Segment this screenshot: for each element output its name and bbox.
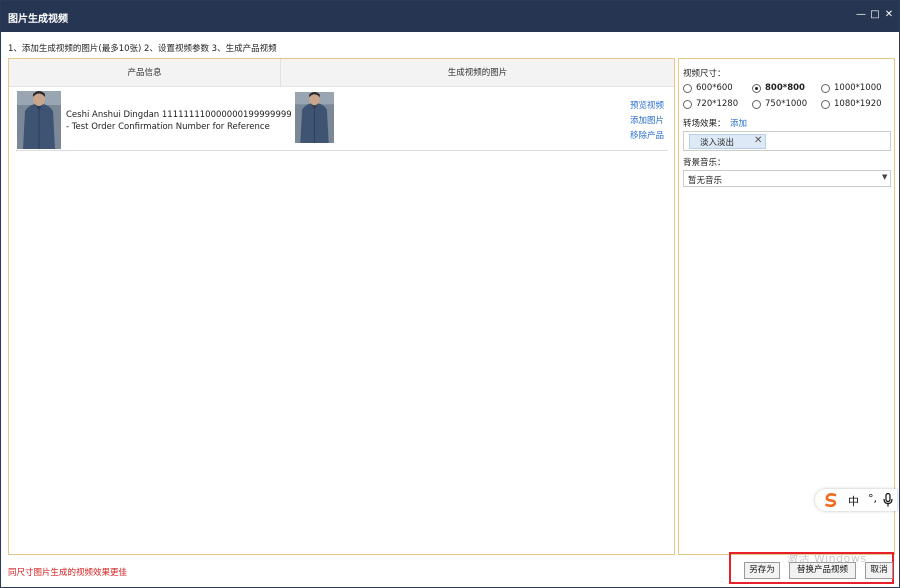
microphone-icon[interactable] bbox=[883, 492, 893, 507]
save-as-button[interactable]: 另存为 bbox=[744, 562, 780, 579]
preview-video-link[interactable]: 预览视频 bbox=[630, 99, 664, 111]
column-header-video-images: 生成视频的图片 bbox=[447, 68, 508, 78]
ime-language-toggle[interactable]: 中 bbox=[848, 493, 859, 509]
background-music-label: 背景音乐： bbox=[683, 158, 726, 168]
table-row: Ceshi Anshui Dingdan 1111111100000001999… bbox=[16, 90, 668, 151]
size-radio-600[interactable]: 600*600 bbox=[683, 82, 733, 94]
radio-selected-icon bbox=[752, 83, 761, 93]
radio-icon bbox=[683, 99, 692, 109]
minimize-icon[interactable]: — bbox=[855, 8, 867, 22]
radio-icon bbox=[821, 83, 830, 93]
dialog-window: 图片生成视频 — □ ✕ 1、添加生成视频的图片(最多10张) 2、设置视频参数… bbox=[0, 0, 900, 588]
transition-tag-label: 淡入淡出 bbox=[700, 138, 735, 148]
size-radio-720x1280[interactable]: 720*1280 bbox=[683, 98, 738, 110]
window-title: 图片生成视频 bbox=[8, 14, 68, 25]
radio-icon bbox=[821, 99, 830, 109]
replace-product-video-button[interactable]: 替换产品视频 bbox=[789, 562, 856, 579]
radio-icon bbox=[683, 83, 692, 93]
video-settings-panel: 视频尺寸： 600*600 800*800 1000*1000 720*1280… bbox=[678, 58, 895, 555]
product-thumbnail bbox=[17, 91, 61, 149]
column-header-product-info: 产品信息 bbox=[127, 68, 162, 78]
product-name: Ceshi Anshui Dingdan 1111111100000001999… bbox=[66, 110, 292, 132]
cancel-button[interactable]: 取消 bbox=[865, 562, 893, 579]
product-table-panel: 产品信息 生成视频的图片 Ceshi Anshui Dingdan 111111… bbox=[8, 58, 675, 555]
title-bar[interactable]: 图片生成视频 — □ ✕ bbox=[1, 1, 899, 32]
transition-tag: 淡入淡出 ✕ bbox=[689, 134, 766, 149]
close-icon[interactable]: ✕ bbox=[883, 8, 895, 22]
table-header: 产品信息 生成视频的图片 bbox=[9, 59, 674, 87]
size-radio-750x1000[interactable]: 750*1000 bbox=[752, 98, 807, 110]
add-image-link[interactable]: 添加图片 bbox=[630, 114, 664, 126]
size-radio-1000[interactable]: 1000*1000 bbox=[821, 82, 882, 94]
size-radio-800[interactable]: 800*800 bbox=[752, 82, 805, 94]
hint-text: 同尺寸图片生成的视频效果更佳 bbox=[8, 568, 128, 578]
music-selected-value: 暂无音乐 bbox=[688, 176, 723, 186]
add-transition-link[interactable]: 添加 bbox=[730, 117, 747, 129]
ime-punctuation-toggle[interactable]: °, bbox=[868, 492, 877, 505]
remove-tag-icon[interactable]: ✕ bbox=[754, 135, 762, 146]
ime-toolbar[interactable]: 中 °, bbox=[815, 489, 897, 511]
size-radio-1080x1920[interactable]: 1080*1920 bbox=[821, 98, 882, 110]
video-size-label: 视频尺寸： bbox=[683, 69, 726, 79]
instructions-text: 1、添加生成视频的图片(最多10张) 2、设置视频参数 3、生成产品视频 bbox=[8, 44, 277, 54]
transition-effects-box: 淡入淡出 ✕ bbox=[683, 131, 891, 151]
transition-label: 转场效果： bbox=[683, 119, 726, 129]
sogou-logo-icon[interactable] bbox=[823, 492, 839, 508]
maximize-icon[interactable]: □ bbox=[869, 8, 881, 22]
radio-icon bbox=[752, 99, 761, 109]
video-image-thumbnail[interactable] bbox=[295, 92, 334, 143]
background-music-select[interactable]: 暂无音乐 ▼ bbox=[683, 170, 891, 187]
remove-product-link[interactable]: 移除产品 bbox=[630, 129, 664, 141]
chevron-down-icon: ▼ bbox=[882, 173, 888, 181]
